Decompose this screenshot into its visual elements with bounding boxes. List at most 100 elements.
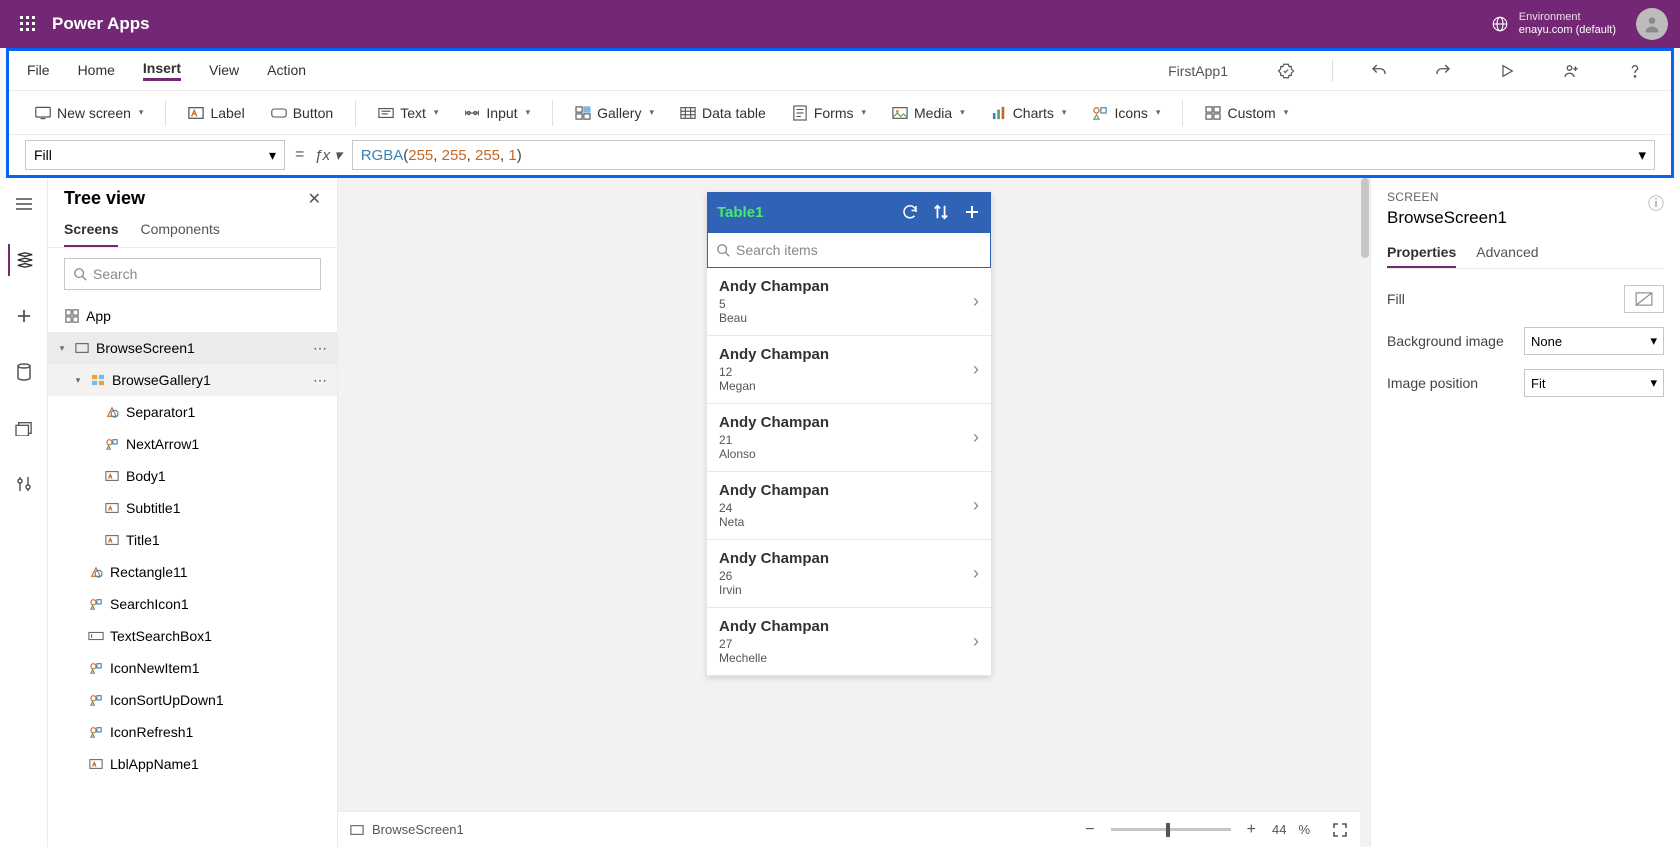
gallery-tree-icon xyxy=(90,372,106,388)
gallery-item[interactable]: Andy Champan27Mechelle› xyxy=(707,608,991,676)
insert-rail-icon[interactable] xyxy=(8,300,40,332)
gallery-item[interactable]: Andy Champan26Irvin› xyxy=(707,540,991,608)
chevron-right-icon[interactable]: › xyxy=(973,631,979,652)
tab-insert[interactable]: Insert xyxy=(143,60,181,81)
chevron-right-icon[interactable]: › xyxy=(973,495,979,516)
icons-tree-icon xyxy=(88,692,104,708)
chevron-right-icon[interactable]: › xyxy=(973,291,979,312)
tree-item-title[interactable]: Title1 xyxy=(48,524,337,556)
close-icon[interactable]: ✕ xyxy=(308,189,321,209)
gallery-title: Andy Champan xyxy=(719,278,973,295)
prop-tab-properties[interactable]: Properties xyxy=(1387,238,1456,268)
phone-preview[interactable]: Table1 Search items Andy Champan5Beau›An… xyxy=(707,192,991,676)
tab-home[interactable]: Home xyxy=(78,62,115,80)
custom-button[interactable]: Custom▾ xyxy=(1195,101,1298,125)
img-pos-dropdown[interactable]: Fit▾ xyxy=(1524,369,1664,397)
label-button[interactable]: Label xyxy=(178,101,254,125)
chevron-down-icon[interactable]: ▾ xyxy=(72,375,84,386)
undo-icon[interactable] xyxy=(1361,53,1397,89)
zoom-slider[interactable] xyxy=(1111,828,1231,831)
zoom-out-icon[interactable]: − xyxy=(1085,821,1094,839)
panel-help-icon[interactable]: ⓘ xyxy=(1648,190,1664,214)
tree-item-iconrefresh[interactable]: IconRefresh1 xyxy=(48,716,337,748)
formula-input[interactable]: RGBA(255, 255, 255, 1) ▾ xyxy=(352,140,1655,170)
tree-search-input[interactable]: Search xyxy=(64,258,321,290)
chevron-right-icon[interactable]: › xyxy=(973,427,979,448)
tab-file[interactable]: File xyxy=(27,62,50,80)
tree-item-nextarrow[interactable]: NextArrow1 xyxy=(48,428,337,460)
workspace: Tree view ✕ Screens Components Search Ap… xyxy=(0,178,1680,847)
prop-imgpos-label: Image position xyxy=(1387,375,1524,391)
tab-action[interactable]: Action xyxy=(267,62,306,80)
media-rail-icon[interactable] xyxy=(8,412,40,444)
gallery-item[interactable]: Andy Champan21Alonso› xyxy=(707,404,991,472)
gallery-body: Mechelle xyxy=(719,651,973,665)
text-button[interactable]: Text▾ xyxy=(368,101,448,125)
prop-tab-advanced[interactable]: Advanced xyxy=(1476,238,1538,268)
tree-item-browsescreen[interactable]: ▾ BrowseScreen1 ⋯ xyxy=(48,332,337,364)
data-rail-icon[interactable] xyxy=(8,356,40,388)
tree-item-separator[interactable]: Separator1 xyxy=(48,396,337,428)
equals-sign: = xyxy=(295,146,304,164)
command-area: File Home Insert View Action FirstApp1 N… xyxy=(6,48,1674,178)
fill-color-button[interactable] xyxy=(1624,285,1664,313)
tree-view-icon[interactable] xyxy=(8,244,40,276)
media-button[interactable]: Media▾ xyxy=(882,101,975,125)
data-table-button[interactable]: Data table xyxy=(670,101,776,125)
button-button[interactable]: Button xyxy=(261,101,343,125)
charts-icon xyxy=(991,105,1007,121)
label-tree-icon xyxy=(104,468,120,484)
property-dropdown[interactable]: Fill▾ xyxy=(25,140,285,170)
canvas[interactable]: Table1 Search items Andy Champan5Beau›An… xyxy=(338,178,1370,847)
vertical-scrollbar[interactable] xyxy=(1360,178,1370,807)
tree-item-lblappname[interactable]: LblAppName1 xyxy=(48,748,337,780)
tab-view[interactable]: View xyxy=(209,62,239,80)
bg-image-dropdown[interactable]: None▾ xyxy=(1524,327,1664,355)
tree-item-subtitle[interactable]: Subtitle1 xyxy=(48,492,337,524)
help-icon[interactable] xyxy=(1617,53,1653,89)
gallery-button[interactable]: Gallery▾ xyxy=(565,101,664,125)
add-icon[interactable] xyxy=(963,203,981,221)
fx-icon[interactable]: ƒx ▾ xyxy=(314,146,341,164)
chevron-right-icon[interactable]: › xyxy=(973,563,979,584)
tree-item-iconsort[interactable]: IconSortUpDown1 xyxy=(48,684,337,716)
tree-item-iconnew[interactable]: IconNewItem1 xyxy=(48,652,337,684)
gallery-item[interactable]: Andy Champan24Neta› xyxy=(707,472,991,540)
new-screen-button[interactable]: New screen▾ xyxy=(25,101,153,125)
tree-tab-components[interactable]: Components xyxy=(140,213,219,247)
input-button[interactable]: Input▾ xyxy=(454,101,540,125)
refresh-icon[interactable] xyxy=(901,203,919,221)
more-icon[interactable]: ⋯ xyxy=(313,340,327,357)
user-avatar[interactable] xyxy=(1636,8,1668,40)
sort-icon[interactable] xyxy=(933,203,949,221)
formula-expand-icon[interactable]: ▾ xyxy=(1638,146,1646,164)
tree-tab-screens[interactable]: Screens xyxy=(64,213,118,247)
app-checker-icon[interactable] xyxy=(1268,53,1304,89)
tree-item-rectangle[interactable]: Rectangle11 xyxy=(48,556,337,588)
chevron-down-icon[interactable]: ▾ xyxy=(56,343,68,354)
tree-item-textsearchbox[interactable]: TextSearchBox1 xyxy=(48,620,337,652)
waffle-icon[interactable] xyxy=(12,8,44,40)
more-icon[interactable]: ⋯ xyxy=(313,372,327,389)
gallery-subtitle: 24 xyxy=(719,501,973,515)
fit-icon[interactable] xyxy=(1332,822,1348,838)
play-icon[interactable] xyxy=(1489,53,1525,89)
icons-button[interactable]: Icons▾ xyxy=(1082,101,1170,125)
tree-item-app[interactable]: App xyxy=(48,300,337,332)
tree-item-browsegallery[interactable]: ▾ BrowseGallery1 ⋯ xyxy=(48,364,337,396)
hamburger-icon[interactable] xyxy=(8,188,40,220)
environment-button[interactable]: Environment enayu.com (default) xyxy=(1491,11,1616,37)
forms-button[interactable]: Forms▾ xyxy=(782,101,876,125)
charts-button[interactable]: Charts▾ xyxy=(981,101,1077,125)
tree-item-searchicon[interactable]: SearchIcon1 xyxy=(48,588,337,620)
chevron-right-icon[interactable]: › xyxy=(973,359,979,380)
tree-item-body[interactable]: Body1 xyxy=(48,460,337,492)
gallery-item[interactable]: Andy Champan12Megan› xyxy=(707,336,991,404)
input-icon xyxy=(464,105,480,121)
phone-search-input[interactable]: Search items xyxy=(707,232,991,268)
redo-icon[interactable] xyxy=(1425,53,1461,89)
gallery-item[interactable]: Andy Champan5Beau› xyxy=(707,268,991,336)
tools-rail-icon[interactable] xyxy=(8,468,40,500)
zoom-in-icon[interactable]: + xyxy=(1247,821,1256,839)
share-icon[interactable] xyxy=(1553,53,1589,89)
